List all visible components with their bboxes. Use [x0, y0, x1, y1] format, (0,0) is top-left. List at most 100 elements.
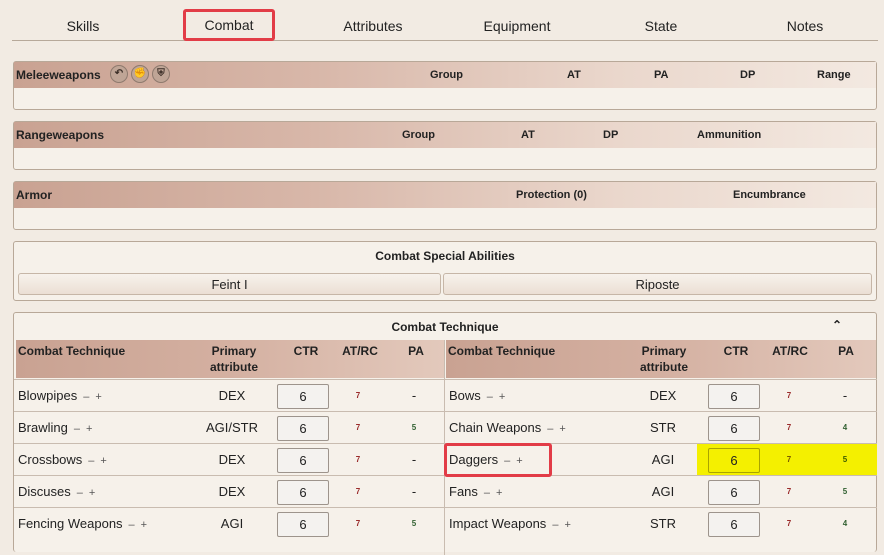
tab-equipment[interactable]: Equipment: [446, 0, 588, 40]
pa-value: -: [411, 388, 417, 403]
at-rc-badge: 7: [781, 484, 797, 500]
pa-value: -: [411, 452, 417, 467]
decrease-button[interactable]: –: [129, 519, 135, 531]
ctr-field[interactable]: 6: [708, 384, 760, 409]
primary-attribute: AGI: [220, 516, 244, 531]
technique-name-label: Brawling: [18, 420, 68, 435]
decrease-button[interactable]: –: [77, 487, 83, 499]
tab-skills[interactable]: Skills: [12, 0, 154, 40]
header-technique: Combat Technique: [18, 344, 126, 358]
technique-row: Brawling – + AGI/STR 6 7 5: [14, 411, 444, 443]
tab-combat[interactable]: Combat: [183, 9, 275, 41]
at-rc-badge: 7: [350, 484, 366, 500]
ctr-field[interactable]: 6: [708, 448, 760, 473]
increase-button[interactable]: +: [95, 391, 101, 403]
shield-icon[interactable]: ⛨: [152, 65, 170, 83]
primary-attribute: STR: [650, 420, 676, 435]
technique-header-right: Combat Technique Primary attribute CTR A…: [446, 340, 876, 378]
increase-button[interactable]: +: [564, 519, 570, 531]
column-ammunition: Ammunition: [697, 129, 762, 141]
increase-button[interactable]: +: [86, 423, 92, 435]
technique-name: Chain Weapons – +: [449, 420, 566, 435]
header-atrc: AT/RC: [342, 344, 378, 358]
decrease-button[interactable]: –: [74, 423, 80, 435]
primary-attribute: AGI: [651, 452, 675, 467]
technique-name: Bows – +: [449, 388, 505, 403]
range-weapons-title: Rangeweapons: [16, 128, 105, 142]
special-abilities-panel: Combat Special Abilities Feint I Riposte: [13, 241, 877, 301]
pa-badge: 4: [837, 516, 853, 532]
technique-row: Fans – + AGI 6 7 5: [445, 475, 877, 507]
column-at: AT: [567, 69, 581, 81]
header-ctr: CTR: [293, 344, 319, 358]
ctr-field[interactable]: 6: [277, 512, 329, 537]
tab-bar: Skills Attributes Equipment State Notes: [12, 0, 878, 41]
tab-label: Equipment: [483, 18, 551, 34]
pa-badge: 5: [837, 452, 853, 468]
ctr-field[interactable]: 6: [277, 448, 329, 473]
increase-button[interactable]: +: [559, 423, 565, 435]
technique-row: Impact Weapons – + STR 6 7 4: [445, 507, 877, 539]
header-ctr: CTR: [723, 344, 749, 358]
technique-name-label: Fencing Weapons: [18, 516, 123, 531]
increase-button[interactable]: +: [100, 455, 106, 467]
primary-attribute: DEX: [218, 484, 246, 499]
primary-attribute: AGI/STR: [205, 420, 258, 435]
ctr-field[interactable]: 6: [708, 416, 760, 441]
increase-button[interactable]: +: [499, 391, 505, 403]
ctr-field[interactable]: 6: [277, 480, 329, 505]
armor-title: Armor: [16, 188, 53, 202]
undo-icon[interactable]: ↶: [110, 65, 128, 83]
primary-attribute: DEX: [218, 452, 246, 467]
range-weapons-panel: Rangeweapons Group AT DP Ammunition: [13, 121, 877, 170]
tab-state[interactable]: State: [590, 0, 732, 40]
technique-name: Blowpipes – +: [18, 388, 102, 403]
technique-name: Discuses – +: [18, 484, 95, 499]
annotation-box: [444, 443, 552, 477]
tab-label: Combat: [204, 17, 254, 33]
column-range: Range: [817, 69, 851, 81]
melee-weapons-title: Meleeweapons: [16, 68, 101, 82]
pa-badge: 5: [837, 484, 853, 500]
column-encumbrance: Encumbrance: [733, 189, 806, 201]
tab-attributes[interactable]: Attributes: [302, 0, 444, 40]
decrease-button[interactable]: –: [88, 455, 94, 467]
ctr-field[interactable]: 6: [277, 384, 329, 409]
ctr-field[interactable]: 6: [708, 512, 760, 537]
increase-button[interactable]: +: [141, 519, 147, 531]
decrease-button[interactable]: –: [552, 519, 558, 531]
ability-feint[interactable]: Feint I: [18, 273, 441, 295]
tab-notes[interactable]: Notes: [734, 0, 876, 40]
ability-riposte[interactable]: Riposte: [443, 273, 872, 295]
range-weapons-header: Rangeweapons Group AT DP Ammunition: [14, 122, 876, 148]
decrease-button[interactable]: –: [547, 423, 553, 435]
column-dp: DP: [603, 129, 619, 141]
fist-icon[interactable]: ✊: [131, 65, 149, 83]
technique-name-label: Fans: [449, 484, 478, 499]
header-primary: Primary attribute: [640, 344, 688, 374]
technique-header-left: Combat Technique Primary attribute CTR A…: [16, 340, 444, 378]
ctr-field[interactable]: 6: [708, 480, 760, 505]
technique-row: Bows – + DEX 6 7 -: [445, 379, 877, 411]
pa-badge: 4: [837, 420, 853, 436]
melee-weapons-panel: Meleeweapons ↶ ✊ ⛨ Group AT PA DP Range: [13, 61, 877, 110]
decrease-button[interactable]: –: [83, 391, 89, 403]
decrease-button[interactable]: –: [487, 391, 493, 403]
increase-button[interactable]: +: [496, 487, 502, 499]
at-rc-badge: 7: [350, 516, 366, 532]
tab-label: Notes: [786, 18, 824, 34]
chevron-up-icon[interactable]: ⌃: [832, 318, 842, 332]
technique-row: Chain Weapons – + STR 6 7 4: [445, 411, 877, 443]
at-rc-badge: 7: [350, 420, 366, 436]
ctr-field[interactable]: 6: [277, 416, 329, 441]
column-at: AT: [521, 129, 535, 141]
technique-name: Fencing Weapons – +: [18, 516, 147, 531]
header-technique: Combat Technique: [448, 344, 556, 358]
technique-name: Crossbows – +: [18, 452, 107, 467]
technique-name-label: Bows: [449, 388, 481, 403]
technique-row: Fencing Weapons – + AGI 6 7 5: [14, 507, 444, 539]
technique-name-label: Impact Weapons: [449, 516, 547, 531]
decrease-button[interactable]: –: [484, 487, 490, 499]
increase-button[interactable]: +: [89, 487, 95, 499]
technique-row: Blowpipes – + DEX 6 7 -: [14, 379, 444, 411]
